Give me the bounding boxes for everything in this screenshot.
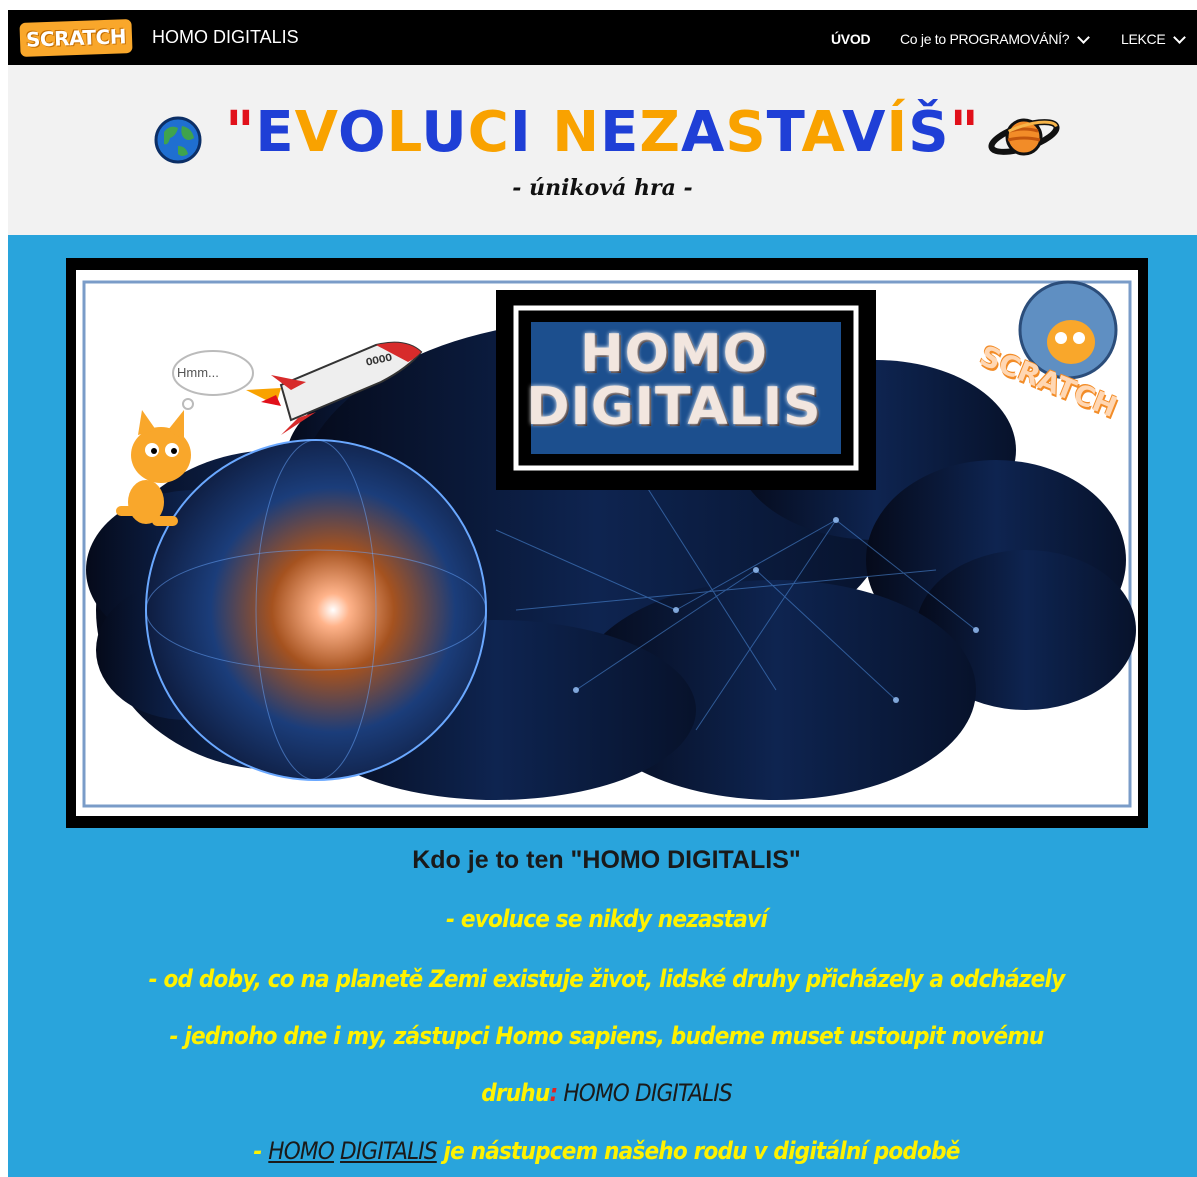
logo-text: SCRATCH (25, 24, 127, 52)
text-fragment: druhu (481, 1079, 550, 1107)
nav-item-lekce[interactable]: LEKCE (1121, 30, 1187, 47)
nav-item-label: Co je to PROGRAMOVÁNÍ? (900, 31, 1070, 47)
site-title[interactable]: HOMO DIGITALIS (152, 27, 299, 48)
text-fragment: - (253, 1137, 269, 1165)
banner-title: HOMO DIGITALIS (521, 312, 827, 450)
homo-link[interactable]: HOMO (268, 1137, 334, 1165)
text-line-4: druhu: HOMO DIGITALIS (8, 1079, 1197, 1107)
hero-title-letter: A (801, 100, 843, 165)
hero-title-letter: L (386, 100, 422, 165)
top-navbar: SCRATCH HOMO DIGITALIS ÚVOD Co je to PRO… (8, 10, 1197, 65)
banner-image: HOMO DIGITALIS Hmm... OOOO SCRATCH (76, 270, 1138, 816)
text-line-5: - HOMO DIGITALIS je nástupcem našeho rod… (8, 1137, 1197, 1165)
hero-title-letter: N (552, 100, 601, 165)
speech-bubble-text: Hmm... (177, 365, 219, 380)
quote-mark: " (225, 100, 256, 165)
page-frame: SCRATCH HOMO DIGITALIS ÚVOD Co je to PRO… (8, 10, 1197, 1177)
hero-title-letter: I (509, 100, 532, 165)
hero-title-letters: EVOLUCI NEZASTAVÍŠ (255, 100, 949, 165)
hero-title-letter: O (338, 100, 387, 165)
hero-title-letter: Z (639, 100, 681, 165)
hero-title-letter: S (725, 100, 767, 165)
section-heading: Kdo je to ten "HOMO DIGITALIS" (412, 846, 801, 874)
text-line-3: - jednoho dne i my, zástupci Homo sapien… (169, 1022, 1045, 1050)
hero-title-letter: Í (886, 100, 909, 165)
hero-title-letter: E (600, 100, 640, 165)
banner-title-line: HOMO (580, 323, 768, 384)
nav-item-label: ÚVOD (831, 31, 871, 47)
quote-mark: " (949, 100, 980, 165)
text-line-2: - od doby, co na planetě Zemi existuje ž… (148, 965, 1066, 993)
hero-title-letter: E (255, 100, 295, 165)
hero-title-letter (532, 100, 553, 165)
hero-title-letter: V (842, 100, 887, 165)
digitalis-link[interactable]: DIGITALIS (340, 1137, 438, 1165)
hero-title-letter: A (680, 100, 726, 165)
text-line-1: - evoluce se nikdy nezastaví (446, 905, 768, 933)
hero-title-letter: V (294, 100, 338, 165)
nav-item-label: LEKCE (1121, 31, 1166, 47)
hero-title-letter: Š (908, 100, 950, 165)
text-fragment: je nástupcem našeho rodu v digitální pod… (436, 1137, 960, 1165)
text-fragment: HOMO DIGITALIS (557, 1079, 732, 1107)
hero-header: "EVOLUCI NEZASTAVÍŠ" - úniková hra - (8, 65, 1197, 235)
hero-title-letter: U (421, 100, 468, 165)
planet-icon (988, 118, 1060, 156)
hero-subtitle: - úniková hra - (512, 175, 693, 201)
nav-item-uvod[interactable]: ÚVOD (831, 31, 871, 47)
scratch-logo[interactable]: SCRATCH (19, 19, 133, 57)
homo-digitalis-banner: HOMO DIGITALIS Hmm... OOOO SCRATCH (66, 258, 1148, 828)
chevron-down-icon (1173, 30, 1187, 44)
chevron-down-icon (1077, 30, 1091, 44)
hero-title-letter: T (766, 100, 802, 165)
hero-title-letter: C (467, 100, 510, 165)
nav-item-programovani[interactable]: Co je to PROGRAMOVÁNÍ? (900, 30, 1091, 47)
banner-title-line: DIGITALIS (526, 377, 822, 437)
